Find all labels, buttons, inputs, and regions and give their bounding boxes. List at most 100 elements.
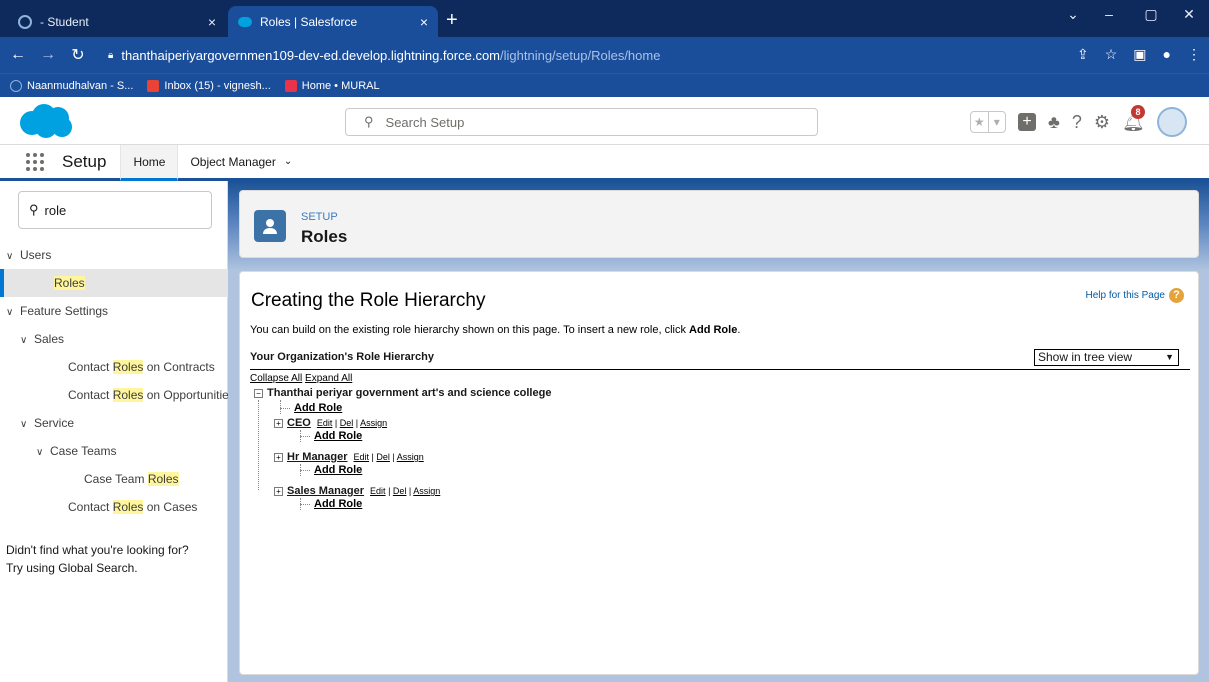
salesforce-logo[interactable] <box>18 103 74 142</box>
url-field[interactable]: 🔒︎ thanthaiperiyargovernmen109-dev-ed.de… <box>108 41 1208 69</box>
user-avatar[interactable] <box>1156 107 1187 137</box>
tab-home[interactable]: Home <box>120 145 179 181</box>
help-link-label: Help for this Page <box>1085 290 1166 301</box>
favorite-star-icon[interactable]: ★ <box>971 112 988 132</box>
edit-link[interactable]: Edit <box>354 452 370 462</box>
profile-icon[interactable]: ● <box>1163 46 1171 63</box>
close-tab-icon[interactable]: × <box>420 14 428 30</box>
add-role-link[interactable]: Add Role <box>314 498 362 510</box>
role-name-link[interactable]: Sales Manager <box>287 485 364 497</box>
close-window-button[interactable]: ✕ <box>1174 6 1204 23</box>
sidebar-item[interactable]: ∨ Sales <box>0 325 228 353</box>
globe-icon <box>18 14 32 29</box>
expand-icon[interactable]: + <box>274 486 283 496</box>
tab-search-icon[interactable]: ⌄ <box>1058 6 1088 23</box>
sidebar-item[interactable]: Case Team Roles <box>0 465 228 493</box>
collapse-all-link[interactable]: Collapse All <box>250 373 302 384</box>
add-role-link[interactable]: Add Role <box>314 464 362 476</box>
chevron-down-icon[interactable]: ∨ <box>6 299 20 327</box>
sidebar-item[interactable]: ∨ Feature Settings <box>0 297 228 325</box>
sidebar-item-label: Users <box>20 248 52 262</box>
quick-find-input[interactable]: ⚲ role <box>18 191 212 229</box>
minimize-button[interactable]: – <box>1094 6 1124 22</box>
delete-link[interactable]: Del <box>376 452 390 462</box>
tab-object-manager[interactable]: Object Manager ⌄ <box>178 144 304 180</box>
search-highlight: Roles <box>112 360 144 374</box>
setup-gear-icon[interactable]: ⚙ <box>1094 111 1110 133</box>
bookmark-label: Home • MURAL <box>301 79 380 92</box>
sidebar-item-label: Contact <box>68 500 113 514</box>
assign-link[interactable]: Assign <box>360 418 387 428</box>
delete-link[interactable]: Del <box>393 486 407 496</box>
back-icon[interactable]: ← <box>6 46 30 64</box>
search-icon: ⚲ <box>364 114 374 129</box>
close-tab-icon[interactable]: × <box>208 14 216 30</box>
help-link[interactable]: Help for this Page ? <box>1085 288 1184 303</box>
bookmark-mural[interactable]: Home • MURAL <box>284 79 380 92</box>
notifications-bell-icon[interactable]: 🔔︎ 8 <box>1122 105 1145 133</box>
browser-tab-roles[interactable]: Roles | Salesforce × <box>228 6 438 37</box>
add-role-row: Add Role <box>314 498 362 510</box>
side-panel-icon[interactable]: ▣ <box>1133 46 1146 63</box>
collapse-icon[interactable]: − <box>254 388 263 398</box>
sidebar-item-label: on Contracts <box>143 360 215 374</box>
new-tab-button[interactable]: + <box>446 8 458 32</box>
sidebar-item[interactable]: Roles <box>0 269 228 297</box>
delete-link[interactable]: Del <box>340 418 354 428</box>
app-launcher-icon[interactable] <box>26 152 46 171</box>
sidebar-item[interactable]: Contact Roles on Opportunities <box>0 381 235 409</box>
expand-icon[interactable]: + <box>274 452 283 462</box>
role-name-link[interactable]: CEO <box>287 417 311 429</box>
root-role-name: Thanthai periyar government art's and sc… <box>267 387 552 399</box>
edit-link[interactable]: Edit <box>317 418 333 428</box>
sidebar-item[interactable]: ∨ Users <box>0 241 228 269</box>
chevron-down-icon[interactable]: ∨ <box>36 439 50 467</box>
expand-icon[interactable]: + <box>274 418 283 428</box>
tree-connector <box>280 400 281 414</box>
sidebar-item[interactable]: ∨ Service <box>0 409 228 437</box>
edit-link[interactable]: Edit <box>370 486 386 496</box>
menu-icon[interactable]: ⋮ <box>1187 46 1201 63</box>
view-mode-select[interactable]: Show in tree view ▼ <box>1034 349 1179 366</box>
browser-tab-student[interactable]: - Student × <box>8 6 226 37</box>
forward-icon[interactable]: → <box>36 46 60 64</box>
add-role-link[interactable]: Add Role <box>314 430 362 442</box>
role-name-link[interactable]: Hr Manager <box>287 451 348 463</box>
sidebar-item[interactable]: Contact Roles on Cases <box>0 493 228 521</box>
sidebar-item[interactable]: Contact Roles on Contracts <box>0 353 228 381</box>
sidebar-item[interactable]: ∨ Case Teams <box>0 437 228 465</box>
bookmark-star-icon[interactable]: ☆ <box>1105 46 1118 63</box>
bookmark-naanmudhalvan[interactable]: Naanmudhalvan - S... <box>10 79 133 92</box>
role-row-ceo: + CEO Edit | Del | Assign <box>274 417 387 429</box>
chevron-down-icon[interactable]: ∨ <box>6 243 20 271</box>
salesforce-favicon-icon <box>238 16 252 27</box>
restore-button[interactable]: ▢ <box>1136 6 1166 23</box>
bookmark-label: Inbox (15) - vignesh... <box>164 79 271 92</box>
add-role-link[interactable]: Add Role <box>294 402 342 414</box>
content-description: You can build on the existing role hiera… <box>250 324 740 336</box>
sidebar-item-label: Contact <box>68 388 113 402</box>
role-actions: Edit | Del | Assign <box>316 418 388 428</box>
bookmark-inbox[interactable]: Inbox (15) - vignesh... <box>147 79 271 92</box>
help-icon[interactable]: ? <box>1072 111 1082 133</box>
assign-link[interactable]: Assign <box>413 486 440 496</box>
chevron-down-icon[interactable]: ∨ <box>20 411 34 439</box>
sidebar-item-label: Service <box>34 416 75 430</box>
bookmarks-bar: Naanmudhalvan - S... Inbox (15) - vignes… <box>0 73 1209 97</box>
global-actions-icon[interactable]: + <box>1018 113 1036 131</box>
role-actions: Edit | Del | Assign <box>370 486 441 496</box>
not-found-line2[interactable]: Try using Global Search. <box>6 559 189 577</box>
app-name: Setup <box>62 151 107 171</box>
chevron-down-icon[interactable]: ∨ <box>20 327 34 355</box>
expand-all-link[interactable]: Expand All <box>305 373 352 384</box>
trailhead-icon[interactable]: ♣ <box>1048 111 1060 133</box>
favorites-dropdown-icon[interactable]: ▾ <box>987 112 1006 132</box>
setup-sidebar: ⚲ role ∨ Users Roles ∨ Feature Settings ∨ Sale… <box>0 181 235 682</box>
reload-icon[interactable]: ↻ <box>66 45 90 65</box>
global-search-input[interactable]: ⚲ Search Setup <box>345 108 818 136</box>
assign-link[interactable]: Assign <box>397 452 424 462</box>
notification-badge: 8 <box>1130 105 1145 119</box>
view-mode-value: Show in tree view <box>1038 350 1133 364</box>
share-icon[interactable]: ⇪ <box>1077 46 1089 63</box>
lock-icon: 🔒︎ <box>108 49 114 61</box>
